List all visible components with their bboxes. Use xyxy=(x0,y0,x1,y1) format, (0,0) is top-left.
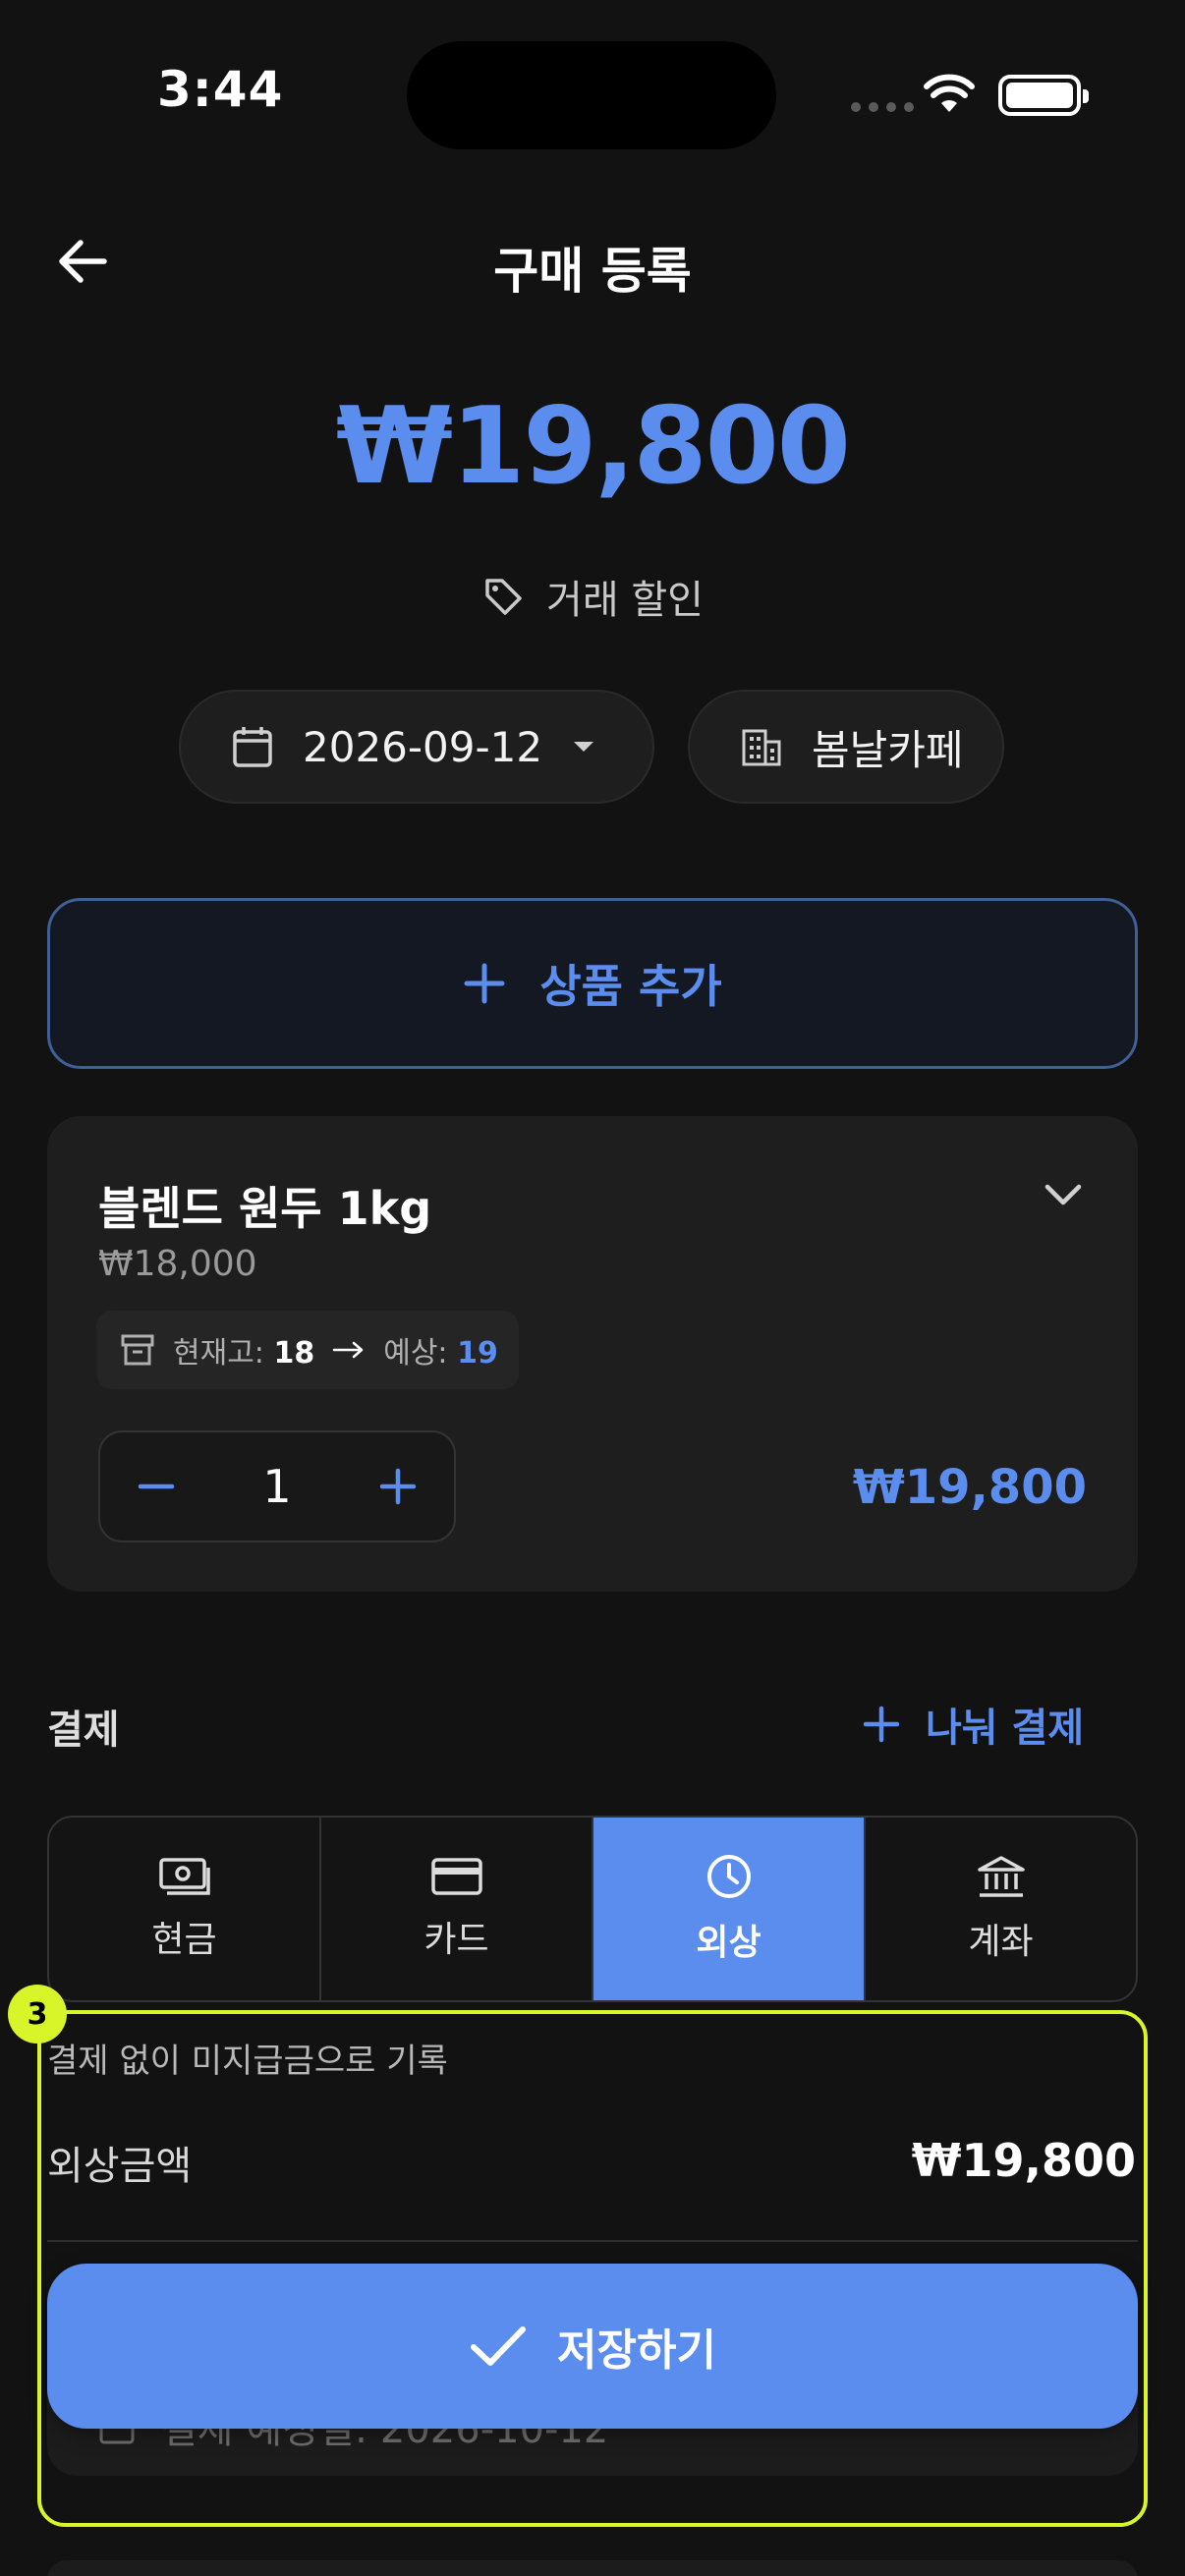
highlight-box xyxy=(37,2010,1148,2527)
bank-icon xyxy=(977,1856,1025,1897)
dynamic-island xyxy=(407,41,776,149)
payment-method-label: 외상 xyxy=(696,1923,762,1963)
split-payment-button[interactable]: 나눠 결제 xyxy=(863,1696,1084,1753)
status-time: 3:44 xyxy=(157,61,284,118)
quantity-stepper: 1 xyxy=(98,1430,456,1542)
discount-button[interactable]: 거래 할인 xyxy=(0,568,1185,625)
plus-icon xyxy=(464,963,505,1004)
calendar-icon xyxy=(233,727,272,767)
card-icon xyxy=(430,1858,482,1895)
chevron-down-icon[interactable] xyxy=(1044,1183,1083,1206)
payment-method-card[interactable]: 카드 xyxy=(321,1818,593,2000)
minus-icon[interactable] xyxy=(138,1468,175,1505)
plus-icon[interactable] xyxy=(379,1468,417,1505)
quantity-value: 1 xyxy=(262,1460,292,1513)
expected-value: 19 xyxy=(457,1336,498,1371)
add-product-button[interactable]: 상품 추가 xyxy=(47,898,1138,1069)
page-title: 구매 등록 xyxy=(493,243,692,300)
product-card: 블렌드 원두 1kg ₩18,000 현재고: 18 예상: 19 1 ₩19,… xyxy=(47,1116,1138,1592)
date-picker[interactable]: 2026-09-12 xyxy=(179,690,654,804)
battery-icon xyxy=(998,75,1089,116)
stock-value: 18 xyxy=(273,1336,315,1371)
tag-icon xyxy=(485,579,522,615)
payment-method-label: 카드 xyxy=(423,1920,489,1960)
discount-label: 거래 할인 xyxy=(546,578,704,623)
payment-method-selector: 현금 카드 외상 계좌 xyxy=(47,1816,1138,2002)
product-unit-price: ₩18,000 xyxy=(98,1244,257,1284)
payment-method-label: 계좌 xyxy=(968,1922,1034,1962)
payment-method-cash[interactable]: 현금 xyxy=(49,1818,321,2000)
payment-method-credit[interactable]: 외상 xyxy=(593,1818,866,2000)
wifi-icon xyxy=(924,74,975,112)
split-payment-label: 나눠 결제 xyxy=(926,1706,1085,1751)
cash-icon xyxy=(158,1858,210,1895)
stock-label: 현재고: xyxy=(173,1336,264,1371)
plus-icon xyxy=(863,1706,900,1743)
next-section-card xyxy=(47,2560,1138,2576)
annotation-badge: 3 xyxy=(8,1985,67,2044)
building-icon xyxy=(742,729,781,766)
expected-label: 예상: xyxy=(383,1336,448,1371)
payment-section-label: 결제 xyxy=(47,1708,120,1753)
store-picker[interactable]: 봄날카페 xyxy=(688,690,1004,804)
product-total: ₩19,800 xyxy=(852,1460,1087,1515)
total-amount: ₩19,800 xyxy=(336,385,851,508)
signal-icon xyxy=(851,102,914,112)
arrow-right-icon xyxy=(332,1341,364,1359)
caret-down-icon xyxy=(574,742,594,752)
clock-icon xyxy=(706,1855,751,1898)
add-product-label: 상품 추가 xyxy=(539,960,722,1013)
stock-info: 현재고: 18 예상: 19 xyxy=(96,1311,519,1389)
date-value: 2026-09-12 xyxy=(303,722,543,771)
store-name: 봄날카페 xyxy=(812,725,964,774)
archive-icon xyxy=(121,1334,154,1366)
payment-method-label: 현금 xyxy=(151,1920,217,1960)
product-name: 블렌드 원두 1kg xyxy=(98,1182,432,1235)
payment-method-account[interactable]: 계좌 xyxy=(866,1818,1136,2000)
